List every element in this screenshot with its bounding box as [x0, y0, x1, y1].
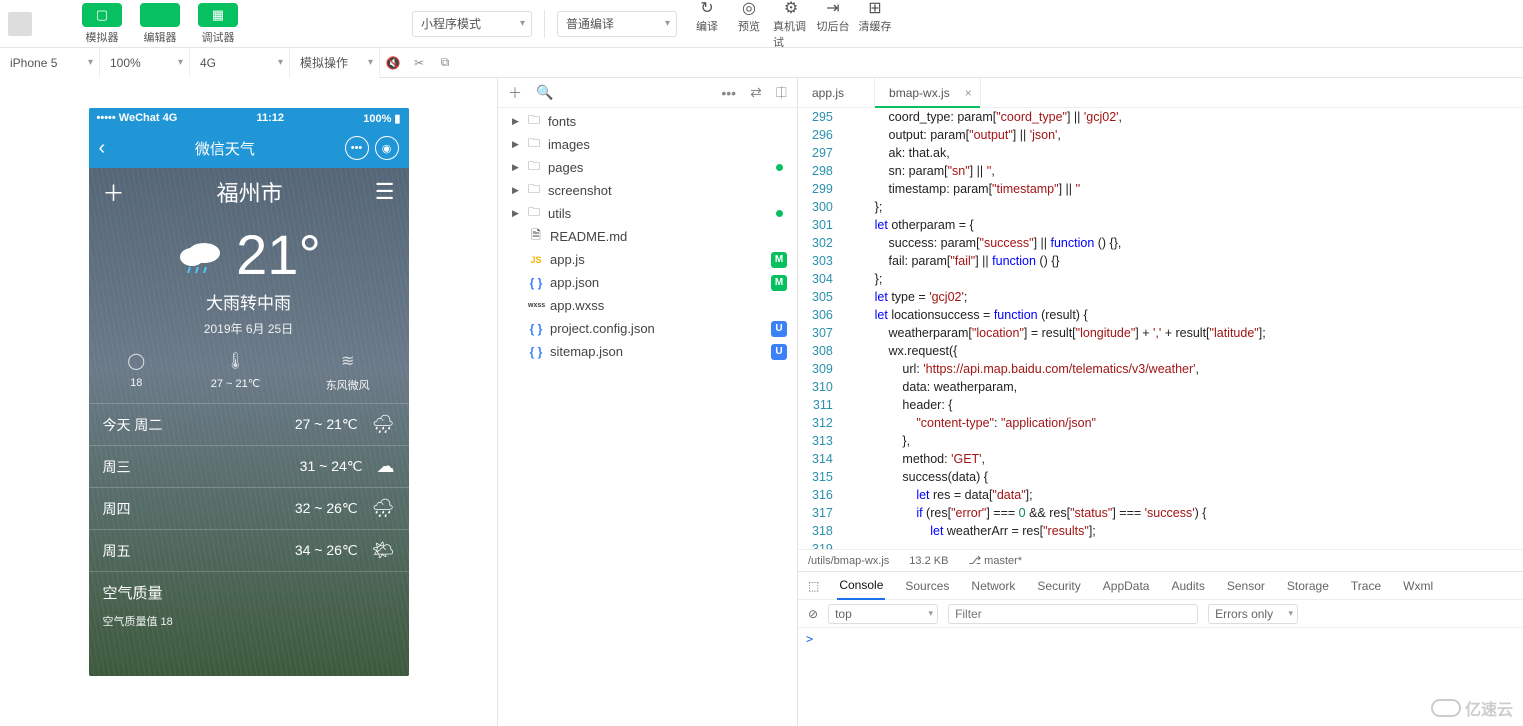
- mini-stat-0: ◯18: [127, 351, 145, 393]
- simulator-panel: ••••• WeChat 4G 11:12 100% ▮ ‹ 微信天气 ••• …: [0, 78, 498, 726]
- console-body[interactable]: >: [798, 628, 1523, 726]
- mock-select[interactable]: 模拟操作: [290, 48, 380, 78]
- inspect-icon[interactable]: ⬚: [808, 579, 819, 593]
- add-file-icon[interactable]: ＋: [508, 83, 522, 103]
- aqi-value: 空气质量值 18: [89, 613, 409, 635]
- collapse-icon[interactable]: ⇄: [750, 84, 762, 101]
- weather-desc: 大雨转中雨: [89, 289, 409, 314]
- weather-date: 2019年 6月 25日: [89, 320, 409, 337]
- forecast-row-0[interactable]: 今天 周二27 ~ 21℃🌧: [89, 403, 409, 445]
- close-icon[interactable]: ×: [965, 86, 972, 100]
- cut-icon[interactable]: ✂: [406, 56, 432, 70]
- devtools-tab[interactable]: Trace: [1349, 572, 1383, 600]
- editor-panel: app.jsbmap-wx.js× 2952962972982993003013…: [798, 78, 1523, 726]
- avatar[interactable]: [8, 12, 32, 36]
- page-title: 微信天气: [195, 138, 255, 159]
- weather-icon: [176, 235, 226, 275]
- devtools-tab[interactable]: Storage: [1285, 572, 1331, 600]
- battery-label: 100% ▮: [363, 112, 400, 125]
- forecast-row-2[interactable]: 周四32 ~ 26℃🌧: [89, 487, 409, 529]
- console-filter-input[interactable]: [948, 604, 1198, 624]
- editor-status-bar: /utils/bmap-wx.js 13.2 KB ⎇ master*: [798, 549, 1523, 571]
- editor-tab-0[interactable]: app.js: [798, 78, 875, 108]
- devtools-tab[interactable]: Sensor: [1225, 572, 1267, 600]
- compile-mode-select[interactable]: 普通编译: [557, 11, 677, 37]
- tree-toolbar: ＋ 🔍 ••• ⇄ ⎅: [498, 78, 797, 108]
- file-path-label: /utils/bmap-wx.js: [808, 555, 889, 567]
- top-toolbar: ▢模拟器编辑器▦调试器 小程序模式 普通编译 ↻编译◎预览⚙真机调试⇥切后台⊞清…: [0, 0, 1523, 48]
- forecast-row-3[interactable]: 周五34 ~ 26℃🌤: [89, 529, 409, 571]
- simulator-bar: iPhone 5 100% 4G 模拟操作 🔇 ✂ ⧉: [0, 48, 1523, 78]
- menu-icon[interactable]: •••: [345, 136, 369, 160]
- settings-icon[interactable]: ⎅: [776, 84, 787, 101]
- tree-file[interactable]: JSapp.jsM: [498, 248, 797, 271]
- devtools-tab[interactable]: Wxml: [1401, 572, 1435, 600]
- aqi-row[interactable]: 空气质量: [89, 571, 409, 613]
- code-area[interactable]: 2952962972982993003013023033043053063073…: [798, 108, 1523, 549]
- console-scope-select[interactable]: top: [828, 604, 938, 624]
- toolbar-action-4[interactable]: ⊞清缓存: [857, 0, 893, 50]
- target-icon[interactable]: ◉: [375, 136, 399, 160]
- weather-body: ＋ 福州市 ☰ 21° 大雨转中雨 2019年 6月 25日 ◯18 🌡27 ~ …: [89, 168, 409, 676]
- file-size-label: 13.2 KB: [909, 555, 948, 567]
- tree-file[interactable]: { }project.config.jsonU: [498, 317, 797, 340]
- dock-icon[interactable]: ⧉: [432, 55, 458, 70]
- devtools-tab[interactable]: Sources: [903, 572, 951, 600]
- mini-stat-2: ≋东风微风: [326, 351, 370, 393]
- mute-icon[interactable]: 🔇: [380, 56, 406, 70]
- devtools-tab[interactable]: Security: [1035, 572, 1082, 600]
- city-label: 福州市: [125, 176, 375, 208]
- toolbar-action-0[interactable]: ↻编译: [689, 0, 725, 50]
- tree-folder[interactable]: ▶🗀screenshot: [498, 179, 797, 202]
- phone-status-bar: ••••• WeChat 4G 11:12 100% ▮: [89, 108, 409, 128]
- clock-label: 11:12: [257, 112, 285, 124]
- editor-tab-1[interactable]: bmap-wx.js×: [875, 78, 981, 108]
- devtools-tab[interactable]: AppData: [1101, 572, 1152, 600]
- tree-folder[interactable]: ▶🗀utils: [498, 202, 797, 225]
- phone-frame: ••••• WeChat 4G 11:12 100% ▮ ‹ 微信天气 ••• …: [89, 108, 409, 676]
- back-icon[interactable]: ‹: [99, 137, 106, 160]
- devtools-tab[interactable]: Network: [969, 572, 1017, 600]
- forecast-row-1[interactable]: 周三31 ~ 24℃☁: [89, 445, 409, 487]
- toolbar-action-3[interactable]: ⇥切后台: [815, 0, 851, 50]
- mode-button-0[interactable]: ▢模拟器: [76, 3, 128, 45]
- toolbar-action-2[interactable]: ⚙真机调试: [773, 0, 809, 50]
- devtools-tab[interactable]: Audits: [1169, 572, 1206, 600]
- tree-file[interactable]: { }app.jsonM: [498, 271, 797, 294]
- add-icon[interactable]: ＋: [103, 176, 125, 208]
- console-level-select[interactable]: Errors only: [1208, 604, 1298, 624]
- editor-tabs: app.jsbmap-wx.js×: [798, 78, 1523, 108]
- hamburger-icon[interactable]: ☰: [375, 179, 395, 205]
- file-tree-panel: ＋ 🔍 ••• ⇄ ⎅ ▶🗀fonts▶🗀images▶🗀pages▶🗀scre…: [498, 78, 798, 726]
- app-mode-select[interactable]: 小程序模式: [412, 11, 532, 37]
- mode-button-1[interactable]: 编辑器: [134, 3, 186, 45]
- more-icon[interactable]: •••: [721, 85, 736, 101]
- network-select[interactable]: 4G: [190, 48, 290, 78]
- tree-folder[interactable]: ▶🗀fonts: [498, 110, 797, 133]
- tree-folder[interactable]: ▶🗀images: [498, 133, 797, 156]
- tree-file[interactable]: { }sitemap.jsonU: [498, 340, 797, 363]
- mini-stat-1: 🌡27 ~ 21℃: [211, 351, 260, 393]
- temperature-label: 21°: [236, 222, 321, 287]
- zoom-select[interactable]: 100%: [100, 48, 190, 78]
- clear-console-icon[interactable]: ⊘: [808, 607, 818, 621]
- git-branch-label: ⎇ master*: [968, 554, 1022, 567]
- toolbar-action-1[interactable]: ◎预览: [731, 0, 767, 50]
- devtools-tab[interactable]: Console: [837, 572, 885, 600]
- tree-file[interactable]: wxssapp.wxss: [498, 294, 797, 317]
- tree-folder[interactable]: ▶🗀pages: [498, 156, 797, 179]
- tree-file[interactable]: 🗎README.md: [498, 225, 797, 248]
- watermark: 亿速云: [1431, 696, 1513, 720]
- phone-nav-bar: ‹ 微信天气 ••• ◉: [89, 128, 409, 168]
- carrier-label: ••••• WeChat 4G: [97, 112, 178, 124]
- device-select[interactable]: iPhone 5: [0, 48, 100, 78]
- devtools-panel: ⬚ Console Sources Network Security AppData Au…: [798, 571, 1523, 726]
- mode-button-2[interactable]: ▦调试器: [192, 3, 244, 45]
- search-icon[interactable]: 🔍: [536, 84, 553, 101]
